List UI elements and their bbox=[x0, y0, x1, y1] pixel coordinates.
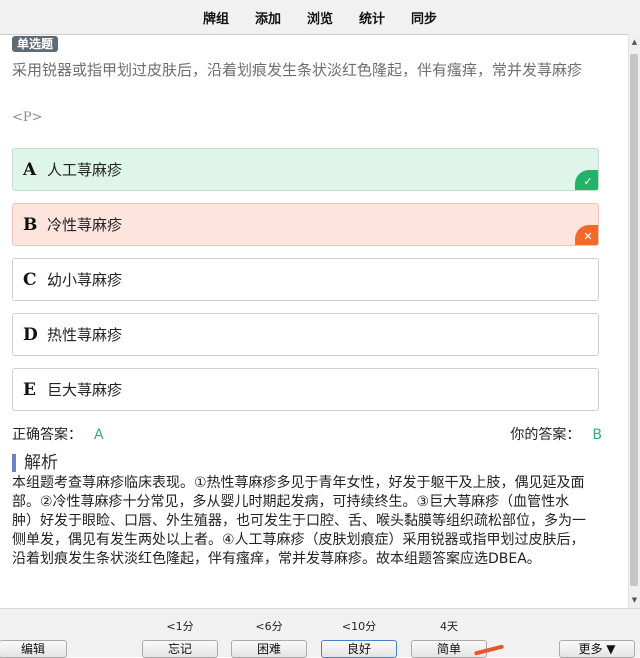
question-type-badge: 单选题 bbox=[12, 36, 59, 52]
option-letter: E bbox=[23, 379, 36, 400]
again-button[interactable]: 忘记 bbox=[142, 640, 218, 658]
option-letter: B bbox=[23, 214, 38, 235]
bottom-toolbar: 编辑 <1分 忘记 <6分 困难 <10分 良好 4天 简单 更多 ▼ bbox=[0, 608, 640, 658]
correct-answer-value: A bbox=[94, 427, 104, 443]
analysis-title: 解析 bbox=[12, 454, 58, 472]
scroll-down-icon[interactable]: ▼ bbox=[629, 594, 640, 606]
question-text: 采用锐器或指甲划过皮肤后，沿着划痕发生条状淡红色隆起，伴有瘙痒，常并发荨麻疹 bbox=[12, 61, 583, 79]
interval-forget: <1分 bbox=[166, 620, 194, 633]
analysis-text: 本组题考查荨麻疹临床表现。①热性荨麻疹多见于青年女性，好发于躯干及上肢，偶见延及… bbox=[12, 475, 586, 567]
option-letter: D bbox=[23, 324, 38, 345]
interval-hard: <6分 bbox=[255, 620, 283, 633]
tab-browse[interactable]: 浏览 bbox=[307, 8, 333, 27]
option-text: 人工荨麻疹 bbox=[47, 161, 123, 179]
interval-easy: 4天 bbox=[440, 620, 458, 633]
good-button[interactable]: 良好 bbox=[321, 640, 397, 658]
your-answer-label: 你的答案： bbox=[510, 427, 581, 443]
vertical-scrollbar[interactable]: ▲ ▼ bbox=[628, 34, 640, 608]
option-text: 巨大荨麻疹 bbox=[47, 381, 123, 399]
answer-summary: 正确答案： A 你的答案： B bbox=[12, 424, 602, 444]
hard-button[interactable]: 困难 bbox=[231, 640, 307, 658]
option-letter: C bbox=[23, 269, 37, 290]
option-text: 冷性荨麻疹 bbox=[47, 216, 123, 234]
edit-button[interactable]: 编辑 bbox=[0, 640, 67, 658]
tab-stats[interactable]: 统计 bbox=[359, 8, 385, 27]
cross-icon: ✕ bbox=[575, 225, 598, 245]
tab-add[interactable]: 添加 bbox=[255, 8, 281, 27]
option-text: 幼小荨麻疹 bbox=[47, 271, 123, 289]
option-letter: A bbox=[23, 159, 37, 180]
check-icon: ✓ bbox=[575, 170, 598, 190]
option-b[interactable]: B 冷性荨麻疹 ✕ bbox=[12, 203, 599, 246]
option-e[interactable]: E 巨大荨麻疹 bbox=[12, 368, 599, 411]
tab-decks[interactable]: 牌组 bbox=[203, 8, 229, 27]
tab-sync[interactable]: 同步 bbox=[411, 8, 437, 27]
option-d[interactable]: D 热性荨麻疹 bbox=[12, 313, 599, 356]
p-tag-text: <P> bbox=[12, 110, 43, 125]
interval-good: <10分 bbox=[341, 620, 377, 633]
your-answer: 你的答案： B bbox=[510, 424, 602, 444]
correct-answer-label: 正确答案： bbox=[12, 427, 82, 443]
more-button[interactable]: 更多 ▼ bbox=[559, 640, 635, 658]
option-c[interactable]: C 幼小荨麻疹 bbox=[12, 258, 599, 301]
scrollbar-thumb[interactable] bbox=[630, 54, 638, 586]
scroll-up-icon[interactable]: ▲ bbox=[629, 36, 640, 48]
top-menu-bar: 牌组 添加 浏览 统计 同步 bbox=[0, 0, 640, 35]
your-answer-value: B bbox=[592, 427, 602, 443]
option-text: 热性荨麻疹 bbox=[47, 326, 123, 344]
option-a[interactable]: A 人工荨麻疹 ✓ bbox=[12, 148, 599, 191]
